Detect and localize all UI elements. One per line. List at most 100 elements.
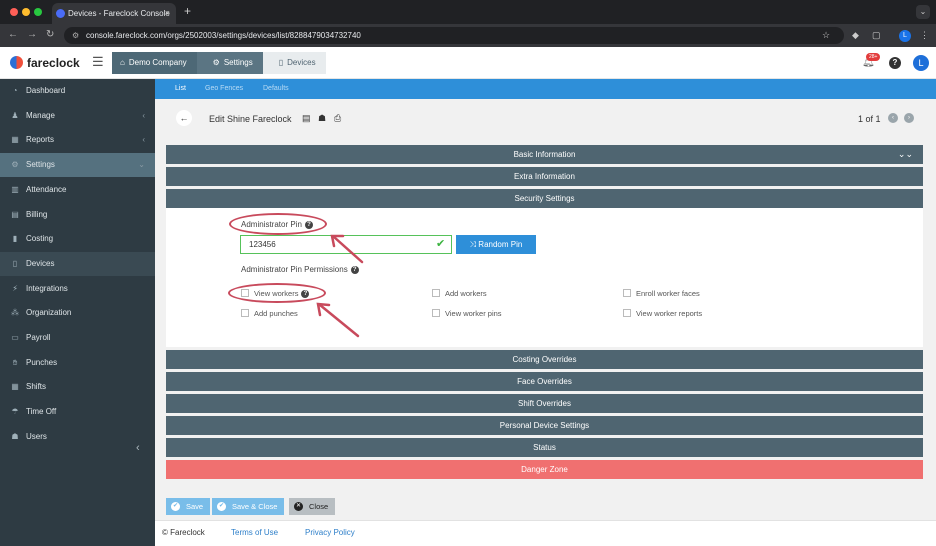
browser-tab[interactable]: Devices - Fareclock Console × bbox=[52, 3, 176, 24]
section-basic-information[interactable]: Basic Information ⌄⌄ bbox=[166, 145, 923, 164]
close-icon: ✕ bbox=[294, 502, 303, 511]
sidebar-item-payroll[interactable]: ▭ Payroll bbox=[0, 326, 155, 350]
prev-page-button[interactable]: ‹ bbox=[888, 113, 898, 123]
save-button[interactable]: ✔ Save bbox=[166, 498, 211, 515]
sidebar-item-settings[interactable]: ⚙ Settings ⌄ bbox=[0, 153, 155, 178]
breadcrumb-settings[interactable]: ⚙ Settings bbox=[196, 52, 263, 74]
tab-defaults[interactable]: Defaults bbox=[263, 79, 289, 99]
umbrella-icon: ☂ bbox=[11, 407, 19, 417]
checkbox-add-workers[interactable] bbox=[432, 289, 440, 297]
section-personal-device-settings[interactable]: Personal Device Settings bbox=[166, 416, 923, 435]
payroll-icon: ▭ bbox=[11, 333, 19, 342]
sidebar-item-label: Settings bbox=[26, 160, 55, 170]
sidebar-item-dashboard[interactable]: ◔ Dashboard bbox=[0, 79, 155, 103]
print-icon[interactable]: ⎙ bbox=[334, 113, 341, 124]
sidebar-item-label: Billing bbox=[26, 209, 48, 219]
browser-menu-icon[interactable]: ⋮ bbox=[920, 30, 929, 41]
breadcrumb-devices[interactable]: ▯ Devices bbox=[262, 52, 326, 74]
close-button[interactable]: ✕ Close bbox=[289, 498, 336, 515]
save-close-button[interactable]: ✔ Save & Close bbox=[212, 498, 285, 515]
sidebar-item-costing[interactable]: ▮ Costing bbox=[0, 227, 155, 251]
sidebar-item-reports[interactable]: ▦ Reports ‹ bbox=[0, 128, 155, 152]
plug-icon: ⚡︎ bbox=[12, 283, 18, 293]
sidebar-item-label: Organization bbox=[26, 308, 72, 318]
checkbox-enroll-worker-faces[interactable] bbox=[623, 289, 631, 297]
checkbox-view-worker-reports[interactable] bbox=[623, 309, 631, 317]
chevron-icon: ‹ bbox=[142, 110, 145, 120]
sidebar-item-organization[interactable]: ⁂ Organization bbox=[0, 301, 155, 325]
extension-icon[interactable]: ◆ bbox=[852, 30, 859, 41]
random-pin-label: Random Pin bbox=[478, 240, 523, 249]
back-nav-icon[interactable]: ← bbox=[8, 29, 18, 40]
terms-link[interactable]: Terms of Use bbox=[231, 528, 278, 537]
tablet-icon: ▯ bbox=[12, 258, 18, 268]
minimize-window-dot[interactable] bbox=[22, 8, 30, 16]
section-extra-information[interactable]: Extra Information bbox=[166, 167, 923, 186]
browser-profile-avatar[interactable]: L bbox=[899, 30, 911, 42]
punch-icon: ✋︎ bbox=[12, 357, 18, 367]
calendar-icon: ▦ bbox=[11, 382, 19, 392]
bookmark-star-icon[interactable]: ☆ bbox=[822, 30, 830, 41]
chevron-icon: ⌄ bbox=[138, 160, 145, 170]
sidebar-item-users[interactable]: ☗ Users bbox=[0, 425, 155, 449]
sidebar-collapse-icon[interactable]: ‹ bbox=[136, 442, 140, 454]
sidebar-item-label: Costing bbox=[26, 234, 54, 244]
shuffle-icon: ⤨ bbox=[469, 240, 479, 249]
sidebar-item-punches[interactable]: ✋︎ Punches bbox=[0, 351, 155, 375]
dashboard-icon: ◔ bbox=[12, 86, 18, 95]
address-bar[interactable]: ⚙ console.fareclock.com/orgs/2502003/set… bbox=[64, 27, 844, 44]
checkbox-view-worker-pins[interactable] bbox=[432, 309, 440, 317]
user-avatar[interactable]: L bbox=[913, 55, 929, 71]
add-punches-label: Add punches bbox=[254, 309, 298, 318]
add-workers-label: Add workers bbox=[445, 289, 487, 298]
checkbox-add-punches[interactable] bbox=[241, 309, 249, 317]
breadcrumb-company[interactable]: ⌂ Demo Company bbox=[112, 52, 197, 74]
gear-icon: ⚙ bbox=[212, 58, 220, 67]
maximize-window-dot[interactable] bbox=[34, 8, 42, 16]
sidebar-item-shifts[interactable]: ▦ Shifts bbox=[0, 375, 155, 399]
sidebar-item-billing[interactable]: ▤ Billing bbox=[0, 203, 155, 227]
collapse-all-icon[interactable]: ⌄⌄ bbox=[898, 145, 913, 164]
sidebar-item-integrations[interactable]: ⚡︎ Integrations bbox=[0, 277, 155, 301]
section-danger-zone[interactable]: Danger Zone bbox=[166, 460, 923, 479]
new-tab-button[interactable]: + bbox=[184, 4, 191, 18]
tab-geo-fences[interactable]: Geo Fences bbox=[205, 79, 243, 99]
section-costing-overrides[interactable]: Costing Overrides bbox=[166, 350, 923, 369]
close-window-dot[interactable] bbox=[10, 8, 18, 16]
sidebar-item-manage[interactable]: ♟ Manage ‹ bbox=[0, 104, 155, 128]
help-icon[interactable]: ? bbox=[889, 57, 901, 69]
puzzle-icon[interactable]: ▢ bbox=[872, 30, 881, 41]
close-label: Close bbox=[309, 502, 329, 511]
section-security-settings[interactable]: Security Settings bbox=[166, 189, 923, 208]
save-label: Save bbox=[186, 502, 204, 511]
id-card-icon[interactable]: ▤ bbox=[302, 113, 311, 124]
tab-search-icon[interactable]: ⌄ bbox=[916, 5, 930, 19]
random-pin-button[interactable]: ⤨ Random Pin bbox=[456, 235, 536, 254]
sidebar-item-devices[interactable]: ▯ Devices bbox=[0, 251, 155, 276]
privacy-link[interactable]: Privacy Policy bbox=[305, 528, 355, 537]
tab-list[interactable]: List bbox=[175, 79, 186, 99]
sidebar-item-label: Time Off bbox=[26, 407, 57, 417]
tab-close-icon[interactable]: × bbox=[165, 3, 170, 24]
sidebar-item-label: Punches bbox=[26, 357, 58, 367]
help-icon[interactable]: ? bbox=[350, 265, 359, 274]
site-info-icon[interactable]: ⚙ bbox=[72, 27, 79, 44]
sidebar-item-time-off[interactable]: ☂ Time Off bbox=[0, 400, 155, 424]
sidebar-item-label: Devices bbox=[26, 258, 55, 268]
sidebar-item-label: Reports bbox=[26, 135, 55, 145]
sub-nav-tabs: List Geo Fences Defaults bbox=[155, 79, 936, 99]
users-icon: ☗ bbox=[11, 431, 19, 441]
sidebar-item-label: Payroll bbox=[26, 333, 51, 342]
sidebar-item-attendance[interactable]: ▥ Attendance bbox=[0, 178, 155, 202]
reload-icon[interactable]: ↻ bbox=[46, 29, 54, 40]
home-icon: ⌂ bbox=[120, 58, 125, 67]
section-face-overrides[interactable]: Face Overrides bbox=[166, 372, 923, 391]
section-status[interactable]: Status bbox=[166, 438, 923, 457]
hamburger-menu-icon[interactable]: ☰ bbox=[92, 54, 104, 70]
next-page-button[interactable]: › bbox=[904, 113, 914, 123]
back-button[interactable]: ← bbox=[176, 110, 192, 126]
users-icon[interactable]: ☗ bbox=[318, 113, 326, 124]
section-shift-overrides[interactable]: Shift Overrides bbox=[166, 394, 923, 413]
forward-nav-icon[interactable]: → bbox=[27, 29, 37, 40]
admin-pin-input[interactable] bbox=[240, 235, 452, 254]
